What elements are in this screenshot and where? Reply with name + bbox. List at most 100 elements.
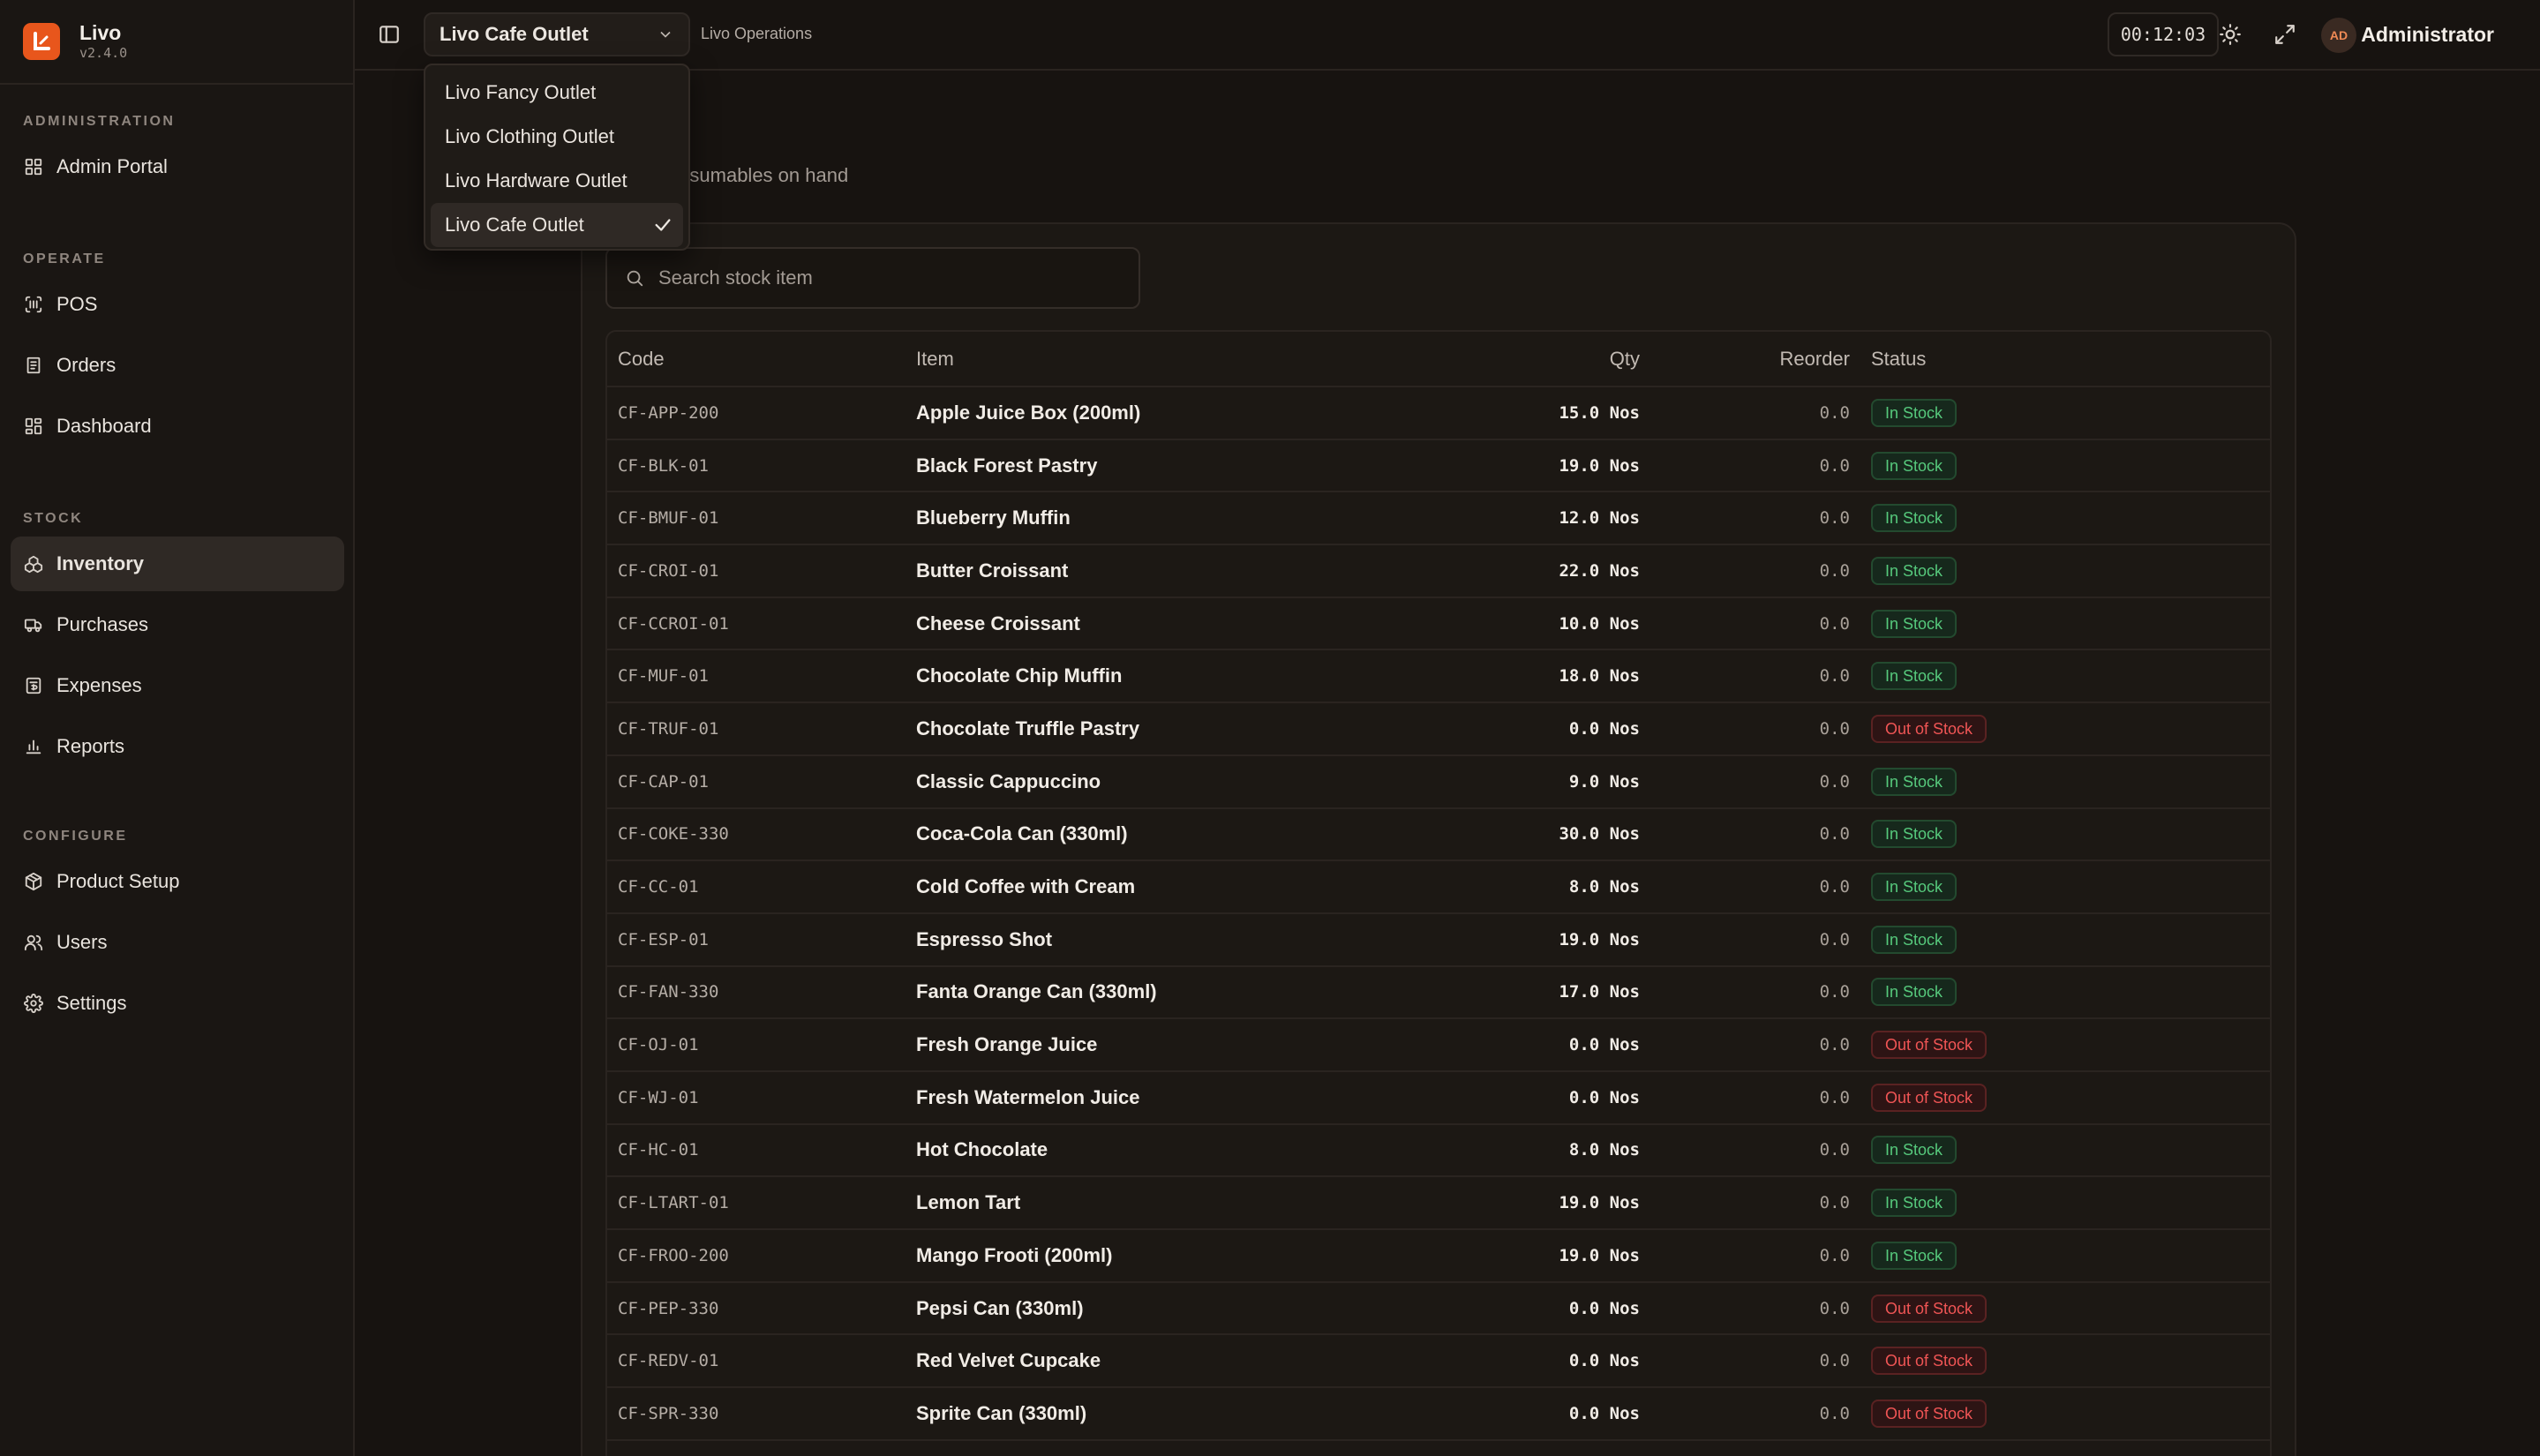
column-header-item[interactable]: Item — [916, 332, 1357, 387]
table-row[interactable]: CF-ESP-01 Espresso Shot 19.0 Nos 0.0 In Stoc… — [607, 912, 2270, 967]
table-row[interactable]: CF-SPR-330 Sprite Can (330ml) 0.0 Nos 0.0 Ou… — [607, 1387, 2270, 1441]
outlet-option-livo-hardware-outlet[interactable]: Livo Hardware Outlet — [431, 159, 683, 203]
column-header-qty[interactable]: Qty — [1357, 332, 1640, 387]
cell-reorder: 0.0 — [1640, 387, 1850, 440]
status-badge: In Stock — [1871, 767, 1958, 796]
user-name[interactable]: Administrator — [2361, 23, 2494, 47]
cell-qty: 0.0 Nos — [1357, 1334, 1640, 1389]
cell-code: CF-FROO-200 — [607, 1229, 916, 1283]
table-row[interactable]: CF-COKE-330 Coca-Cola Can (330ml) 30.0 Nos… — [607, 807, 2270, 862]
cell-reorder: 0.0 — [1640, 1334, 1850, 1389]
cell-qty: 10.0 Nos — [1357, 597, 1640, 651]
column-header-reorder[interactable]: Reorder — [1640, 332, 1850, 387]
sidebar-item-settings[interactable]: Settings — [11, 976, 344, 1031]
sidebar-item-expenses[interactable]: Expenses — [11, 658, 344, 713]
sidebar-item-users[interactable]: Users — [11, 915, 344, 970]
qty-value: 0.0 — [1568, 1351, 1600, 1371]
outlet-option-livo-fancy-outlet[interactable]: Livo Fancy Outlet — [431, 71, 683, 115]
table-row[interactable]: CF-CAP-01 Classic Cappuccino 9.0 Nos 0.0 In … — [607, 754, 2270, 809]
qty-unit: Nos — [1609, 666, 1640, 687]
outlet-option-label: Livo Clothing Outlet — [445, 125, 614, 147]
column-header-status[interactable]: Status — [1850, 332, 2270, 387]
table-row[interactable]: CF-HC-01 Hot Chocolate 8.0 Nos 0.0 In Stock — [607, 1123, 2270, 1178]
table-row[interactable]: CF-BMUF-01 Blueberry Muffin 12.0 Nos 0.0 In … — [607, 492, 2270, 546]
cell-status: In Stock — [1850, 1176, 2270, 1230]
qty-unit: Nos — [1609, 508, 1640, 529]
table-row[interactable]: CF-PEP-330 Pepsi Can (330ml) 0.0 Nos 0.0 Out… — [607, 1281, 2270, 1336]
sidebar-item-dashboard[interactable]: Dashboard — [11, 399, 344, 454]
dashboard-icon — [23, 416, 44, 437]
outlet-select[interactable]: Livo Cafe Outlet — [424, 12, 690, 56]
sidebar-item-product-setup[interactable]: Product Setup — [11, 854, 344, 909]
topbar: Livo Cafe Outlet Livo Operations 00:12:0… — [355, 0, 2540, 71]
status-badge: In Stock — [1871, 1241, 1958, 1270]
boxes-icon — [23, 553, 44, 574]
table-row[interactable]: CF-APP-200 Apple Juice Box (200ml) 15.0 No… — [607, 387, 2270, 440]
cell-code: CF-COKE-330 — [607, 807, 916, 862]
status-badge: In Stock — [1871, 1189, 1958, 1218]
brand[interactable]: Livo v2.4.0 — [0, 0, 353, 85]
cell-reorder: 0.0 — [1640, 1176, 1850, 1230]
search-input[interactable] — [658, 266, 1135, 289]
qty-value: 19.0 — [1559, 1193, 1600, 1213]
search-box[interactable] — [605, 247, 1140, 309]
breadcrumb[interactable]: Livo Operations — [701, 25, 812, 43]
brand-logo-icon — [23, 23, 60, 60]
cell-qty: 8.0 Nos — [1357, 1123, 1640, 1178]
qty-value: 10.0 — [1559, 613, 1600, 634]
brand-version: v2.4.0 — [79, 45, 128, 61]
table-row[interactable]: CF-CCROI-01 Cheese Croissant 10.0 Nos 0.0 In… — [607, 597, 2270, 651]
table-row[interactable]: CF-FAN-330 Fanta Orange Can (330ml) 17.0 N… — [607, 965, 2270, 1020]
table-row[interactable]: CF-BLK-01 Black Forest Pastry 19.0 Nos 0.0 I… — [607, 439, 2270, 493]
layout-grid-icon — [23, 156, 44, 177]
sidebar-item-label: Admin Portal — [56, 155, 168, 177]
table-row[interactable]: CF-OJ-01 Fresh Orange Juice 0.0 Nos 0.0 Out … — [607, 1018, 2270, 1072]
nav-section-label: OPERATE — [23, 251, 106, 266]
cell-item: Pepsi Can (330ml) — [916, 1281, 1357, 1336]
table-body: CF-APP-200 Apple Juice Box (200ml) 15.0 No… — [607, 387, 2270, 1441]
cell-code: CF-CC-01 — [607, 860, 916, 914]
sidebar-item-inventory[interactable]: Inventory — [11, 537, 344, 591]
qty-value: 19.0 — [1559, 455, 1600, 476]
sidebar-item-purchases[interactable]: Purchases — [11, 597, 344, 652]
table-row[interactable]: CF-CC-01 Cold Coffee with Cream 8.0 Nos 0.0… — [607, 860, 2270, 914]
column-header-code[interactable]: Code — [607, 332, 916, 387]
sidebar-item-label: Users — [56, 931, 108, 953]
qty-value: 0.0 — [1568, 1035, 1600, 1055]
sidebar-item-admin-portal[interactable]: Admin Portal — [11, 139, 344, 194]
sidebar: Livo v2.4.0 ADMINISTRATION Admin Portal OP… — [0, 0, 355, 1456]
qty-unit: Nos — [1609, 613, 1640, 634]
sidebar-item-pos[interactable]: POS — [11, 277, 344, 332]
sidebar-toggle-icon[interactable] — [378, 23, 402, 48]
cell-item: Chocolate Chip Muffin — [916, 649, 1357, 704]
table-row[interactable]: CF-MUF-01 Chocolate Chip Muffin 18.0 Nos 0.… — [607, 649, 2270, 704]
cell-reorder: 0.0 — [1640, 912, 1850, 967]
qty-value: 0.0 — [1568, 718, 1600, 739]
cell-status: In Stock — [1850, 912, 2270, 967]
table-row[interactable]: CF-FROO-200 Mango Frooti (200ml) 19.0 Nos 0… — [607, 1229, 2270, 1283]
cell-code: CF-BLK-01 — [607, 439, 916, 493]
sidebar-item-reports[interactable]: Reports — [11, 719, 344, 774]
cell-status: In Stock — [1850, 1123, 2270, 1178]
cell-qty: 0.0 Nos — [1357, 1387, 1640, 1441]
avatar[interactable]: AD — [2321, 18, 2356, 53]
table-row[interactable]: CF-LTART-01 Lemon Tart 19.0 Nos 0.0 In Stock — [607, 1176, 2270, 1230]
outlet-option-livo-clothing-outlet[interactable]: Livo Clothing Outlet — [431, 115, 683, 159]
qty-unit: Nos — [1609, 560, 1640, 581]
bar-chart-icon — [23, 736, 44, 757]
cell-qty: 0.0 Nos — [1357, 702, 1640, 756]
table-row[interactable]: CF-REDV-01 Red Velvet Cupcake 0.0 Nos 0.0 Ou… — [607, 1334, 2270, 1389]
theme-toggle-sun-icon[interactable] — [2219, 23, 2243, 48]
fullscreen-icon[interactable] — [2273, 23, 2298, 48]
sidebar-item-label: Reports — [56, 735, 125, 757]
outlet-dropdown-menu: Livo Fancy Outlet Livo Clothing Outlet Liv… — [424, 64, 690, 251]
table-row[interactable]: CF-TRUF-01 Chocolate Truffle Pastry 0.0 No… — [607, 702, 2270, 756]
qty-value: 9.0 — [1568, 771, 1600, 792]
outlet-option-label: Livo Fancy Outlet — [445, 81, 597, 103]
cell-qty: 17.0 Nos — [1357, 965, 1640, 1020]
table-row[interactable]: CF-CROI-01 Butter Croissant 22.0 Nos 0.0 In … — [607, 544, 2270, 598]
cell-code: CF-WJ-01 — [607, 1070, 916, 1125]
sidebar-item-orders[interactable]: Orders — [11, 338, 344, 393]
table-row[interactable]: CF-WJ-01 Fresh Watermelon Juice 0.0 Nos 0.0… — [607, 1070, 2270, 1125]
outlet-option-livo-cafe-outlet[interactable]: Livo Cafe Outlet — [431, 203, 683, 247]
